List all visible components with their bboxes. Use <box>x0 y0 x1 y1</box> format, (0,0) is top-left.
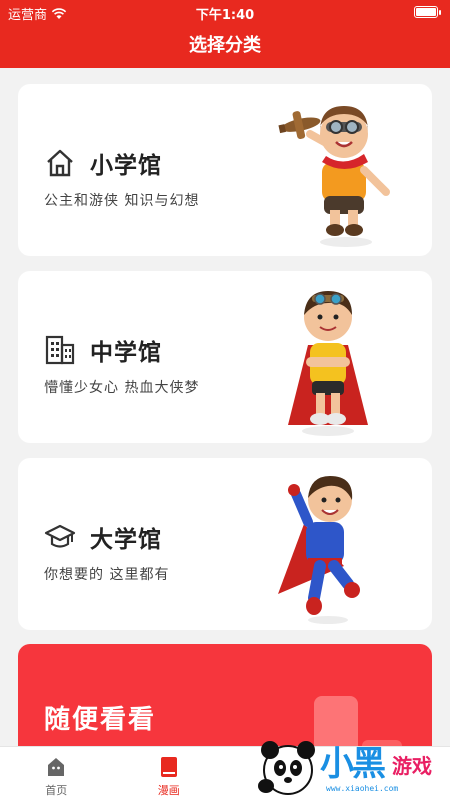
category-subtitle: 公主和游侠 知识与幻想 <box>44 193 200 209</box>
category-list: 小学馆 公主和游侠 知识与幻想 中学馆 懵懂少女心 热血大侠梦 大学馆 你想要的… <box>0 68 450 746</box>
category-card-middle[interactable]: 中学馆 懵懂少女心 热血大侠梦 <box>18 271 432 443</box>
category-subtitle: 你想要的 这里都有 <box>44 567 170 583</box>
graduation-cap-icon <box>44 524 76 548</box>
tab-comics[interactable]: 漫画 <box>113 747 226 800</box>
panda-logo-icon <box>258 741 315 795</box>
category-title: 大学馆 <box>90 527 162 553</box>
home-tab-icon <box>48 758 65 776</box>
battery-icon <box>414 6 441 18</box>
category-card-primary[interactable]: 小学馆 公主和游侠 知识与幻想 <box>18 84 432 256</box>
category-title-row: 中学馆 <box>44 333 162 367</box>
watermark-brand: 小黑 <box>320 744 386 784</box>
aviator-boy-illustration <box>278 106 390 247</box>
watermark-url: www.xiaohei.com <box>326 784 399 793</box>
tab-label: 首页 <box>45 784 68 797</box>
category-title: 中学馆 <box>90 340 162 366</box>
tab-label: 漫画 <box>157 784 180 797</box>
superhero-boy-illustration <box>288 291 368 436</box>
status-bar: 运营商 下午1:40 <box>0 0 450 24</box>
buildings-icon <box>45 335 75 365</box>
nav-bar: 选择分类 <box>0 24 450 68</box>
battery-fill <box>416 8 436 16</box>
page-title: 选择分类 <box>189 35 261 56</box>
category-title: 小学馆 <box>90 153 162 179</box>
home-outline-icon <box>47 149 73 177</box>
category-title-row: 大学馆 <box>44 520 162 554</box>
random-browse-title: 随便看看 <box>44 705 157 735</box>
watermark-brand-2: 游戏 <box>392 754 432 778</box>
flying-hero-illustration <box>278 476 360 624</box>
category-card-college[interactable]: 大学馆 你想要的 这里都有 <box>18 458 432 630</box>
status-time: 下午1:40 <box>195 8 255 23</box>
category-title-row: 小学馆 <box>44 146 162 180</box>
category-subtitle: 懵懂少女心 热血大侠梦 <box>44 380 200 396</box>
tab-home[interactable]: 首页 <box>0 747 113 800</box>
book-tab-icon <box>160 757 177 777</box>
watermark: 小黑 游戏 www.xiaohei.com <box>252 730 450 800</box>
